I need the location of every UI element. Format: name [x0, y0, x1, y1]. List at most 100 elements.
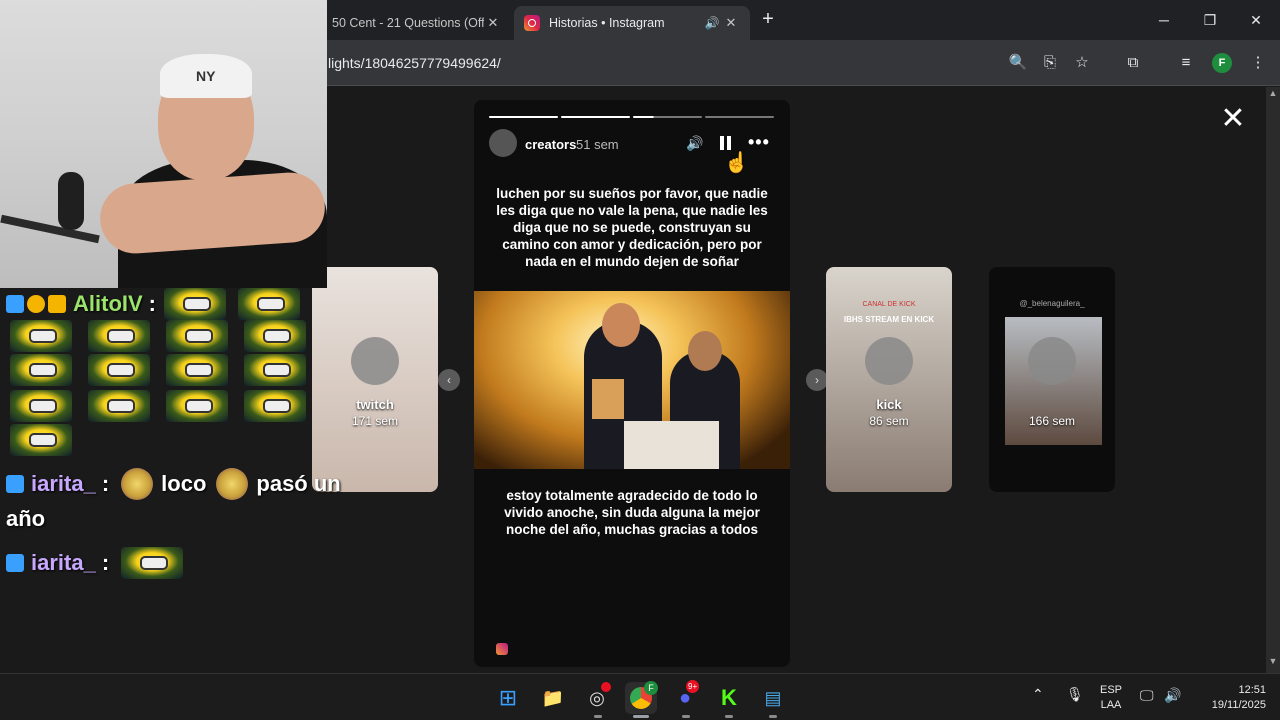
clock-date: 19/11/2025 — [1211, 699, 1266, 711]
file-explorer-icon[interactable]: 📁 — [537, 682, 569, 714]
preview-name: kick — [876, 397, 902, 412]
running-indicator — [725, 715, 733, 718]
diploma — [592, 379, 624, 419]
next-story-icon[interactable]: › — [806, 369, 828, 391]
tab-50cent[interactable]: 50 Cent - 21 Questions (Offi ✕ — [322, 6, 512, 40]
volume-icon[interactable]: 🔊 — [686, 135, 703, 152]
story-caption-bottom: estoy totalmente agradecido de todo lo v… — [504, 488, 760, 537]
badge-icon — [6, 295, 24, 313]
emote-icon — [88, 354, 150, 386]
lang-bottom: LAA — [1100, 699, 1122, 711]
preview-avatar — [1028, 337, 1076, 385]
notification-dot — [601, 682, 611, 692]
chat-separator: : — [101, 550, 110, 575]
story-caption-top: luchen por su sueños por favor, que nadi… — [496, 186, 768, 269]
prime-badge-icon — [6, 475, 24, 493]
running-indicator — [682, 715, 690, 718]
minimize-button[interactable]: ─ — [1144, 8, 1184, 32]
preview-handle: @_belenaguilera_ — [1019, 299, 1085, 308]
person-head — [602, 303, 640, 347]
chat-separator: : — [148, 291, 156, 316]
preview-banner-text: IBHS STREAM EN KICK — [843, 315, 935, 324]
close-stories-button[interactable]: ✕ — [1218, 104, 1248, 134]
story-preview-belen[interactable]: @_belenaguilera_ 166 sem — [989, 267, 1115, 492]
preview-banner-text: CANAL DE KICK — [862, 301, 916, 308]
story-time: 51 sem — [576, 137, 619, 152]
chat-message: iarita_ : — [6, 547, 184, 579]
tab-label: Historias • Instagram — [549, 16, 665, 30]
story-progress-segment — [561, 116, 630, 118]
preview-time: 166 sem — [1028, 414, 1076, 428]
chat-text: año — [6, 506, 46, 531]
chat-message-continued: año — [6, 506, 45, 532]
podium — [624, 421, 719, 469]
extensions-icon[interactable]: ⧉ — [1121, 52, 1145, 74]
story-avatar[interactable] — [489, 129, 517, 157]
running-indicator — [769, 715, 777, 718]
emote-icon — [164, 288, 226, 320]
story-progress-segment — [633, 116, 702, 118]
emote-icon — [216, 468, 249, 500]
zoom-icon[interactable]: 🔍 — [1006, 52, 1030, 74]
badge-icon — [27, 295, 45, 313]
emote-icon — [10, 424, 72, 456]
language-indicator[interactable]: ESP LAA — [1096, 683, 1126, 713]
scroll-up-icon[interactable]: ▲ — [1266, 88, 1280, 102]
scroll-down-icon[interactable]: ▼ — [1266, 656, 1280, 670]
tab-label: 50 Cent - 21 Questions (Offi — [332, 16, 484, 30]
emote-icon — [244, 390, 306, 422]
emote-icon — [238, 288, 300, 320]
chat-username: iarita_ — [31, 550, 96, 575]
prime-badge-icon — [6, 554, 24, 572]
story-preview-kick[interactable]: CANAL DE KICK IBHS STREAM EN KICK kick 8… — [826, 267, 952, 492]
volume-tray-icon[interactable]: 🔊 — [1164, 687, 1181, 704]
profile-avatar[interactable]: F — [1212, 53, 1232, 73]
media-control-icon[interactable]: ≡ — [1174, 52, 1198, 74]
tab-instagram-stories[interactable]: Historias • Instagram 🔊 ✕ — [514, 6, 750, 40]
tray-chevron-icon[interactable]: ⌃ — [1032, 686, 1044, 703]
emote-icon — [10, 320, 72, 352]
ny-logo: NY — [196, 68, 216, 84]
previous-story-icon[interactable]: ‹ — [438, 369, 460, 391]
windows-start-icon[interactable]: ⊞ — [492, 682, 524, 714]
restore-button[interactable]: ❐ — [1190, 8, 1230, 32]
emote-icon — [88, 320, 150, 352]
chat-message: iarita_ : loco pasó un — [6, 468, 341, 500]
menu-icon[interactable]: ⋮ — [1246, 52, 1270, 74]
network-icon[interactable]: 🖵 — [1140, 687, 1154, 704]
story-viewer[interactable]: creators 51 sem 🔊 ••• luchen por su sueñ… — [474, 100, 790, 667]
emote-icon — [121, 468, 154, 500]
install-app-icon[interactable]: ⎘ — [1038, 52, 1062, 74]
chat-text: loco — [161, 471, 207, 496]
emote-icon — [244, 320, 306, 352]
chrome-profile-badge: F — [644, 681, 658, 695]
emote-icon — [166, 354, 228, 386]
active-indicator — [633, 715, 649, 718]
url-field[interactable]: lights/18046257779499624/ — [322, 47, 992, 79]
preview-time: 86 sem — [869, 414, 909, 428]
speaker-icon[interactable]: 🔊 — [702, 16, 722, 30]
chat-username: AlitoIV — [73, 291, 143, 316]
clock[interactable]: 12:51 19/11/2025 — [1194, 683, 1266, 713]
close-window-button[interactable]: ✕ — [1236, 8, 1276, 32]
story-username[interactable]: creators — [525, 137, 576, 152]
more-options-icon[interactable]: ••• — [748, 132, 770, 153]
new-tab-button[interactable]: + — [758, 8, 778, 32]
emote-icon — [10, 390, 72, 422]
chat-text: pasó un — [256, 471, 341, 496]
microphone — [58, 172, 84, 230]
scrollbar[interactable] — [1266, 87, 1280, 673]
lang-top: ESP — [1099, 684, 1122, 696]
story-progress-segment — [489, 116, 558, 118]
tab-close-icon[interactable]: ✕ — [484, 15, 502, 31]
pause-icon[interactable] — [720, 136, 732, 150]
tab-close-icon[interactable]: ✕ — [722, 15, 740, 31]
notepad-icon[interactable]: ▤ — [757, 682, 789, 714]
microphone-icon[interactable]: 🎙 — [1066, 686, 1084, 703]
stream-chat-overlay: AlitoIV : iarita_ : loco pasó un año iar… — [0, 288, 360, 588]
bookmark-star-icon[interactable]: ☆ — [1070, 52, 1094, 74]
kick-icon[interactable]: K — [713, 682, 745, 714]
emote-icon — [121, 547, 184, 579]
running-indicator — [594, 715, 602, 718]
emote-icon — [166, 390, 228, 422]
